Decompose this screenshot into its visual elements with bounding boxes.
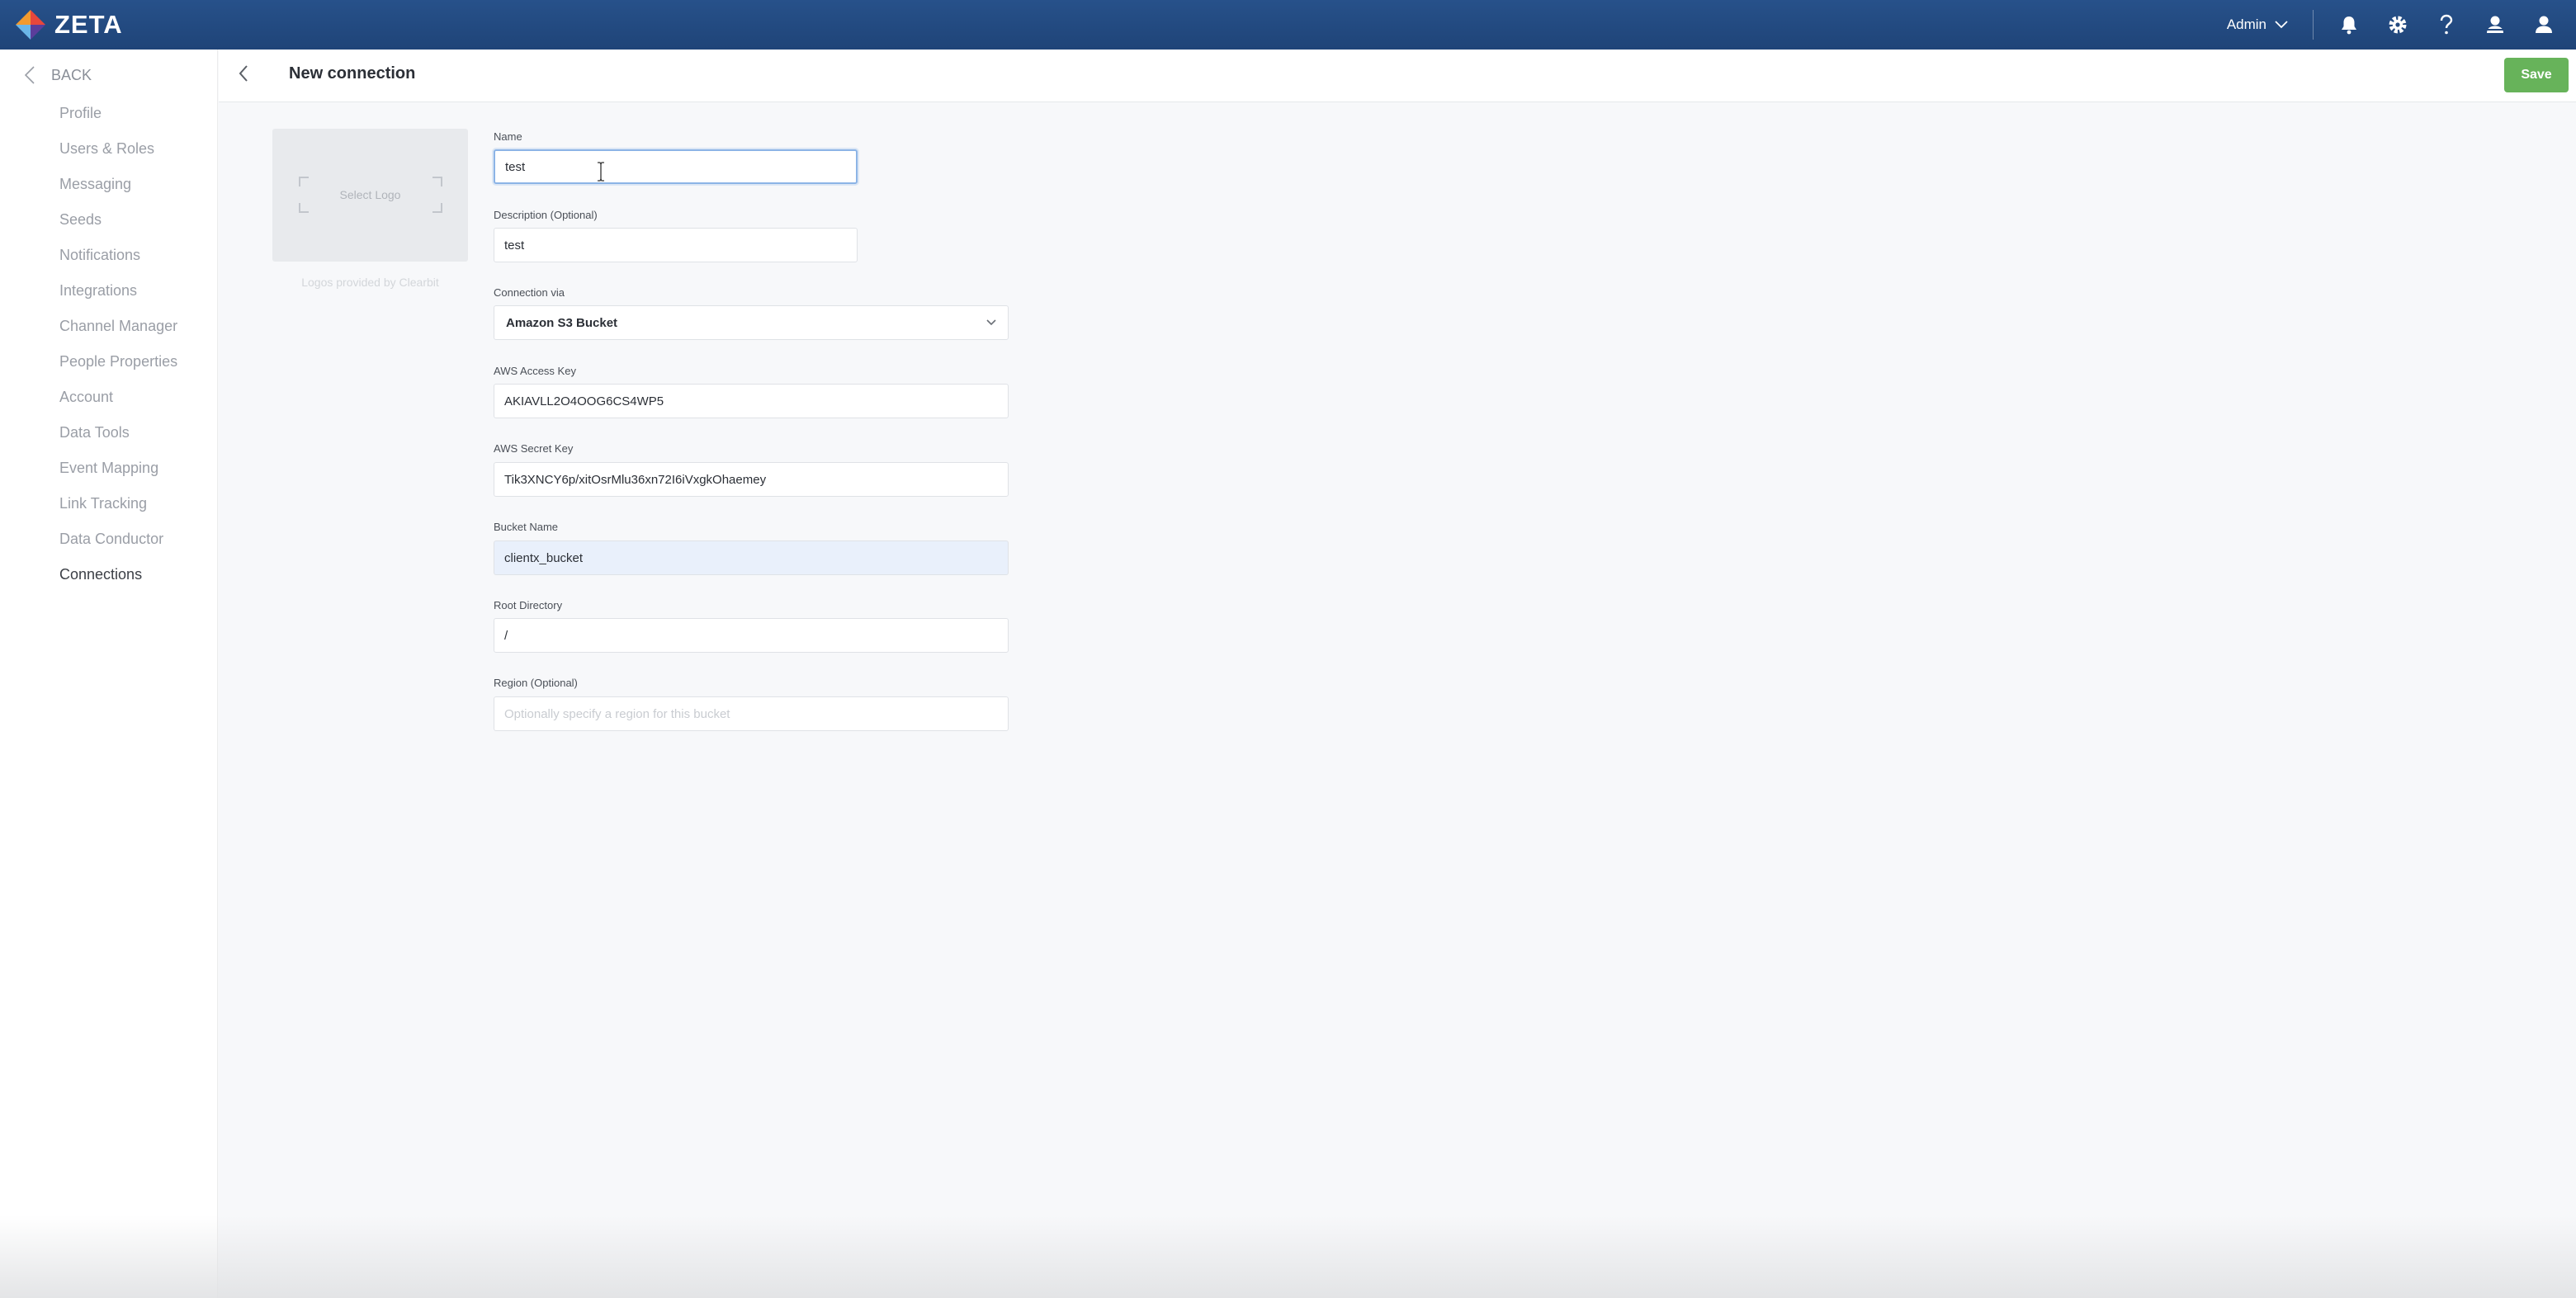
bucket-name-input[interactable]: [494, 540, 1009, 575]
chevron-left-icon: [25, 66, 35, 84]
select-logo-button[interactable]: Select Logo: [272, 129, 468, 262]
user-icon[interactable]: [2531, 12, 2556, 37]
name-input[interactable]: [494, 149, 858, 184]
top-bar: ZETA Admin: [0, 0, 2576, 50]
aws-access-key-input[interactable]: [494, 384, 1009, 418]
select-logo-label: Select Logo: [339, 188, 401, 201]
description-input[interactable]: [494, 228, 858, 262]
text-cursor-icon: [598, 162, 604, 182]
sidebar-item-integrations[interactable]: Integrations: [59, 282, 137, 300]
sidebar-item-users-roles[interactable]: Users & Roles: [59, 140, 154, 158]
sidebar-item-connections[interactable]: Connections: [59, 566, 142, 583]
back-button[interactable]: BACK: [25, 66, 92, 84]
sidebar-item-event-mapping[interactable]: Event Mapping: [59, 460, 158, 477]
user-menu-label: Admin: [2226, 17, 2266, 32]
page-header: New connection Save: [219, 50, 2576, 102]
root-directory-label: Root Directory: [494, 599, 563, 611]
sidebar-item-account[interactable]: Account: [59, 389, 113, 406]
back-label: BACK: [51, 66, 92, 83]
settings-sidebar: BACK Profile Users & Roles Messaging See…: [0, 50, 218, 1298]
user-switch-icon[interactable]: [2483, 12, 2507, 37]
sidebar-item-people-properties[interactable]: People Properties: [59, 353, 177, 371]
connection-via-label: Connection via: [494, 286, 565, 299]
sidebar-item-data-tools[interactable]: Data Tools: [59, 424, 130, 441]
aws-secret-key-input[interactable]: [494, 462, 1009, 497]
brand-logo[interactable]: ZETA: [13, 7, 123, 42]
help-icon[interactable]: [2434, 12, 2459, 37]
user-menu[interactable]: Admin: [2227, 17, 2288, 33]
sidebar-item-notifications[interactable]: Notifications: [59, 247, 140, 264]
root-directory-input[interactable]: [494, 618, 1009, 653]
chevron-down-icon: [2275, 21, 2288, 29]
sidebar-item-seeds[interactable]: Seeds: [59, 211, 102, 229]
page-title: New connection: [289, 64, 416, 83]
aws-access-key-label: AWS Access Key: [494, 365, 576, 377]
header-back-button[interactable]: [239, 64, 248, 87]
sidebar-item-messaging[interactable]: Messaging: [59, 176, 131, 193]
connection-via-value: Amazon S3 Bucket: [506, 315, 618, 330]
aws-secret-key-label: AWS Secret Key: [494, 442, 574, 455]
logo-caption: Logos provided by Clearbit: [301, 276, 439, 289]
sidebar-item-channel-manager[interactable]: Channel Manager: [59, 318, 177, 335]
sidebar-item-profile[interactable]: Profile: [59, 105, 102, 122]
region-input[interactable]: [494, 696, 1009, 731]
bucket-name-label: Bucket Name: [494, 521, 559, 533]
save-button[interactable]: Save: [2504, 58, 2569, 92]
gear-icon[interactable]: [2385, 12, 2410, 37]
name-label: Name: [494, 130, 522, 143]
brand-name: ZETA: [54, 10, 123, 39]
chevron-down-icon: [986, 319, 996, 326]
bell-icon[interactable]: [2337, 12, 2361, 37]
zeta-logo-icon: [16, 10, 45, 40]
bottom-fade: [0, 1215, 2576, 1298]
region-label: Region (Optional): [494, 677, 578, 689]
top-divider: [2313, 10, 2314, 40]
connection-via-select[interactable]: Amazon S3 Bucket: [494, 305, 1009, 340]
chevron-left-icon: [239, 65, 248, 82]
sidebar-item-data-conductor[interactable]: Data Conductor: [59, 531, 163, 548]
description-label: Description (Optional): [494, 209, 598, 221]
sidebar-item-link-tracking[interactable]: Link Tracking: [59, 495, 147, 512]
